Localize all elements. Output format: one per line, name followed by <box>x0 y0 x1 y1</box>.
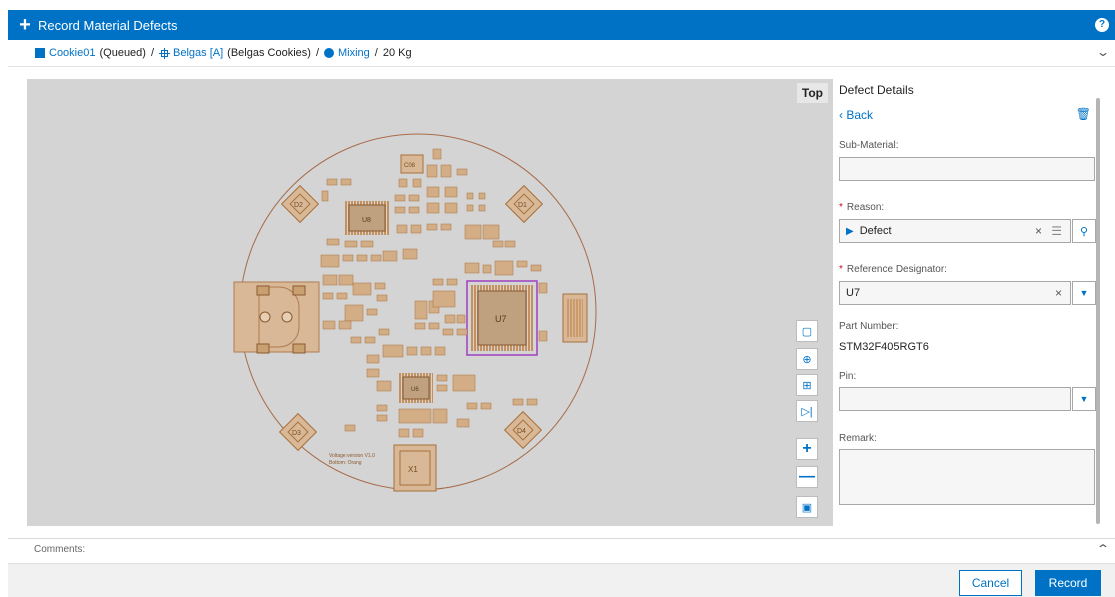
sub-material-input[interactable] <box>839 157 1095 181</box>
title-bar: + Record Material Defects ? <box>8 10 1115 40</box>
diode-d4: D4 <box>503 410 543 450</box>
operation-icon <box>324 48 334 58</box>
connector-j3 <box>562 293 588 343</box>
crystal-x1: X1 <box>393 444 437 492</box>
center-icon[interactable]: ⊕ <box>796 348 818 370</box>
chevron-down-icon[interactable]: ▼ <box>1072 387 1096 411</box>
flag-icon: ▶ <box>846 226 854 237</box>
record-button[interactable]: Record <box>1035 570 1101 596</box>
chip-u8: U8 <box>345 201 389 235</box>
back-link[interactable]: ‹ Back <box>839 108 873 122</box>
svg-text:U7: U7 <box>495 314 507 324</box>
grid-icon[interactable]: ⊞ <box>796 374 818 396</box>
diode-d3: D3 <box>278 412 318 452</box>
defect-details-panel: Defect Details ‹ Back 🗑 Sub-Material: * R… <box>839 79 1101 526</box>
svg-text:D4: D4 <box>517 428 526 435</box>
remark-label: Remark: <box>839 433 877 444</box>
svg-text:D1: D1 <box>518 202 527 209</box>
panel-scrollbar[interactable] <box>1096 98 1100 524</box>
zoom-in-icon[interactable]: + <box>796 438 818 460</box>
part-number-value: STM32F405RGT6 <box>839 341 929 353</box>
breadcrumb: Cookie01 (Queued) / Belgas [A] (Belgas C… <box>35 44 412 62</box>
board-text: Bottom: Orang <box>329 460 362 466</box>
pin-label: Pin: <box>839 371 857 382</box>
diode-d1: D1 <box>504 184 544 224</box>
cancel-button[interactable]: Cancel <box>959 570 1022 596</box>
board-text: Voltage:version V1.0 <box>329 453 375 459</box>
divider <box>8 66 1115 67</box>
board-viewer[interactable]: D2 D1 D3 D4 U8 U7 U6 X1 C08 Voltage:vers… <box>27 79 833 526</box>
panel-title: Defect Details <box>839 83 914 97</box>
svg-text:D3: D3 <box>292 430 301 437</box>
reason-value: ▶ Defect <box>846 225 892 237</box>
pin-select[interactable]: ▼ <box>839 387 1096 411</box>
required-marker: * <box>839 264 843 275</box>
breadcrumb-separator: / <box>374 47 378 59</box>
back-label: Back <box>846 108 874 122</box>
svg-text:U6: U6 <box>411 387 419 393</box>
connector-j1 <box>233 281 320 354</box>
svg-text:U8: U8 <box>362 217 371 224</box>
breadcrumb-product-desc: (Belgas Cookies) <box>227 47 311 59</box>
ref-designator-label: * Reference Designator: <box>839 264 947 275</box>
breadcrumb-product[interactable]: Belgas [A] <box>173 47 223 59</box>
breadcrumb-separator: / <box>150 47 155 59</box>
material-icon <box>35 48 45 58</box>
chip-u6: U6 <box>399 373 433 403</box>
svg-text:D2: D2 <box>294 202 303 209</box>
clear-icon[interactable]: × <box>1035 224 1042 238</box>
ref-designator-select[interactable]: U7 × ▼ <box>839 281 1096 305</box>
breadcrumb-quantity: 20 Kg <box>382 47 412 59</box>
chip-u7-selected: U7 <box>466 280 538 356</box>
svg-text:X1: X1 <box>408 465 418 474</box>
list-icon[interactable]: ☰ <box>1051 224 1062 238</box>
search-icon[interactable]: ⚲ <box>1072 219 1096 243</box>
remark-textarea[interactable] <box>839 449 1095 505</box>
chevron-down-icon[interactable]: ⌄ <box>1096 45 1110 59</box>
breadcrumb-material[interactable]: Cookie01 <box>49 47 95 59</box>
part-number-label: Part Number: <box>839 321 899 332</box>
comments-label[interactable]: Comments: <box>34 544 85 555</box>
breadcrumb-separator: / <box>315 47 319 59</box>
breadcrumb-material-status: (Queued) <box>99 47 146 59</box>
side-label[interactable]: Top <box>796 83 828 103</box>
trash-icon[interactable]: 🗑 <box>1076 107 1091 121</box>
page-title: Record Material Defects <box>38 17 178 33</box>
product-icon <box>159 47 171 59</box>
divider <box>8 538 1115 539</box>
footer-bar <box>8 563 1115 597</box>
reason-field[interactable]: ▶ Defect × ☰ ⚲ <box>839 219 1096 243</box>
chevron-up-icon[interactable]: ⌃ <box>1096 542 1110 556</box>
breadcrumb-operation[interactable]: Mixing <box>338 47 370 59</box>
help-icon[interactable]: ? <box>1095 18 1109 32</box>
clear-icon[interactable]: × <box>1055 286 1062 300</box>
reason-label: * Reason: <box>839 202 885 213</box>
capacitor-c08: C08 <box>400 154 424 174</box>
frame-icon[interactable]: ▣ <box>796 496 818 518</box>
fit-icon[interactable]: ▢ <box>796 320 818 342</box>
zoom-out-icon[interactable]: — <box>796 466 818 488</box>
sub-material-label: Sub-Material: <box>839 140 899 151</box>
pcb-board[interactable]: D2 D1 D3 D4 U8 U7 U6 X1 C08 Voltage:vers… <box>27 79 833 526</box>
ref-designator-value: U7 <box>846 287 861 299</box>
chevron-down-icon[interactable]: ▼ <box>1072 281 1096 305</box>
svg-text:C08: C08 <box>404 163 416 169</box>
required-marker: * <box>839 202 843 213</box>
mirror-icon[interactable]: ▷| <box>796 400 818 422</box>
plus-icon: + <box>19 14 31 36</box>
